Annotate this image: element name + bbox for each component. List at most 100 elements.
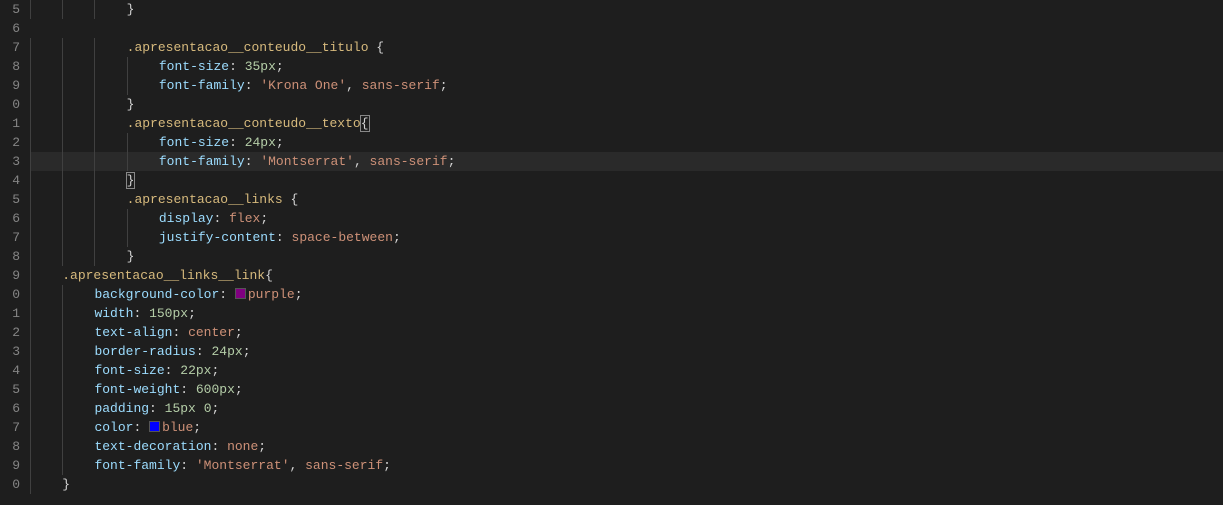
code-token: background-color bbox=[94, 287, 219, 302]
line-number: 5 bbox=[0, 380, 20, 399]
line-number: 8 bbox=[0, 247, 20, 266]
code-token: : bbox=[133, 420, 149, 435]
code-line[interactable]: .apresentacao__links__link{ bbox=[30, 266, 1223, 285]
code-line[interactable] bbox=[30, 19, 1223, 38]
code-token: : bbox=[165, 363, 181, 378]
code-token: ; bbox=[211, 363, 219, 378]
code-line[interactable]: .apresentacao__links { bbox=[30, 190, 1223, 209]
code-editor[interactable]: } .apresentacao__conteudo__titulo { font… bbox=[30, 0, 1223, 505]
code-token: { bbox=[265, 268, 273, 283]
code-line[interactable]: } bbox=[30, 475, 1223, 494]
code-line[interactable]: .apresentacao__conteudo__titulo { bbox=[30, 38, 1223, 57]
code-token: ; bbox=[188, 306, 196, 321]
code-line[interactable]: color: blue; bbox=[30, 418, 1223, 437]
line-number: 4 bbox=[0, 171, 20, 190]
code-token: : bbox=[180, 382, 196, 397]
code-line[interactable]: background-color: purple; bbox=[30, 285, 1223, 304]
code-token: : bbox=[219, 287, 235, 302]
code-token: font-weight bbox=[94, 382, 180, 397]
code-line[interactable]: } bbox=[30, 95, 1223, 114]
code-line[interactable]: text-decoration: none; bbox=[30, 437, 1223, 456]
code-token: : bbox=[196, 344, 212, 359]
code-token: sans-serif bbox=[305, 458, 383, 473]
code-token: } bbox=[62, 477, 70, 492]
line-number: 7 bbox=[0, 228, 20, 247]
line-number: 9 bbox=[0, 266, 20, 285]
code-line[interactable]: font-family: 'Montserrat', sans-serif; bbox=[30, 152, 1223, 171]
code-token: sans-serif bbox=[370, 154, 448, 169]
code-token: display bbox=[159, 211, 214, 226]
code-token: : bbox=[211, 439, 227, 454]
code-token: 'Montserrat' bbox=[196, 458, 290, 473]
line-number: 3 bbox=[0, 152, 20, 171]
code-token: space-between bbox=[292, 230, 393, 245]
code-line[interactable]: } bbox=[30, 171, 1223, 190]
code-token: , bbox=[354, 154, 370, 169]
code-token: 0 bbox=[204, 401, 212, 416]
code-token: { bbox=[360, 115, 370, 132]
code-token: ; bbox=[448, 154, 456, 169]
line-number: 6 bbox=[0, 209, 20, 228]
code-token: .apresentacao__links__link bbox=[62, 268, 265, 283]
code-line[interactable]: font-size: 35px; bbox=[30, 57, 1223, 76]
code-line[interactable]: font-family: 'Krona One', sans-serif; bbox=[30, 76, 1223, 95]
code-token: : bbox=[229, 59, 245, 74]
line-number: 5 bbox=[0, 0, 20, 19]
code-token: , bbox=[346, 78, 362, 93]
line-number: 9 bbox=[0, 76, 20, 95]
line-number: 7 bbox=[0, 418, 20, 437]
code-token: 600px bbox=[196, 382, 235, 397]
line-number: 6 bbox=[0, 399, 20, 418]
code-line[interactable]: padding: 15px 0; bbox=[30, 399, 1223, 418]
code-token: font-size bbox=[159, 135, 229, 150]
code-token: justify-content bbox=[159, 230, 276, 245]
color-swatch-icon bbox=[149, 421, 160, 432]
code-token: : bbox=[276, 230, 292, 245]
code-token: purple bbox=[248, 287, 295, 302]
line-number: 6 bbox=[0, 19, 20, 38]
line-number: 8 bbox=[0, 57, 20, 76]
code-token: ; bbox=[243, 344, 251, 359]
code-line[interactable]: font-size: 24px; bbox=[30, 133, 1223, 152]
code-line[interactable]: width: 150px; bbox=[30, 304, 1223, 323]
line-number: 3 bbox=[0, 342, 20, 361]
code-token: { bbox=[290, 192, 298, 207]
color-swatch-icon bbox=[235, 288, 246, 299]
code-line[interactable]: .apresentacao__conteudo__texto{ bbox=[30, 114, 1223, 133]
code-token: } bbox=[127, 249, 135, 264]
code-token: } bbox=[127, 97, 135, 112]
code-token: blue bbox=[162, 420, 193, 435]
code-token: ; bbox=[258, 439, 266, 454]
line-number: 1 bbox=[0, 304, 20, 323]
code-token: font-family bbox=[159, 78, 245, 93]
code-token: text-align bbox=[94, 325, 172, 340]
code-line[interactable]: font-weight: 600px; bbox=[30, 380, 1223, 399]
code-token: } bbox=[127, 2, 135, 17]
code-line[interactable]: font-size: 22px; bbox=[30, 361, 1223, 380]
code-token: : bbox=[149, 401, 165, 416]
code-token: text-decoration bbox=[94, 439, 211, 454]
code-token: center bbox=[188, 325, 235, 340]
code-token: 22px bbox=[180, 363, 211, 378]
code-token: flex bbox=[229, 211, 260, 226]
code-line[interactable]: font-family: 'Montserrat', sans-serif; bbox=[30, 456, 1223, 475]
code-line[interactable]: display: flex; bbox=[30, 209, 1223, 228]
code-line[interactable]: } bbox=[30, 247, 1223, 266]
code-line[interactable]: justify-content: space-between; bbox=[30, 228, 1223, 247]
code-token: : bbox=[229, 135, 245, 150]
code-line[interactable]: border-radius: 24px; bbox=[30, 342, 1223, 361]
line-number: 2 bbox=[0, 133, 20, 152]
code-line[interactable]: text-align: center; bbox=[30, 323, 1223, 342]
code-token: ; bbox=[276, 59, 284, 74]
code-token bbox=[196, 401, 204, 416]
code-token: ; bbox=[383, 458, 391, 473]
code-token: : bbox=[245, 78, 261, 93]
code-token: , bbox=[290, 458, 306, 473]
code-token: ; bbox=[235, 325, 243, 340]
code-token: 150px bbox=[149, 306, 188, 321]
code-token: : bbox=[180, 458, 196, 473]
code-token: ; bbox=[393, 230, 401, 245]
code-line[interactable]: } bbox=[30, 0, 1223, 19]
code-token: ; bbox=[212, 401, 220, 416]
code-token: font-family bbox=[159, 154, 245, 169]
